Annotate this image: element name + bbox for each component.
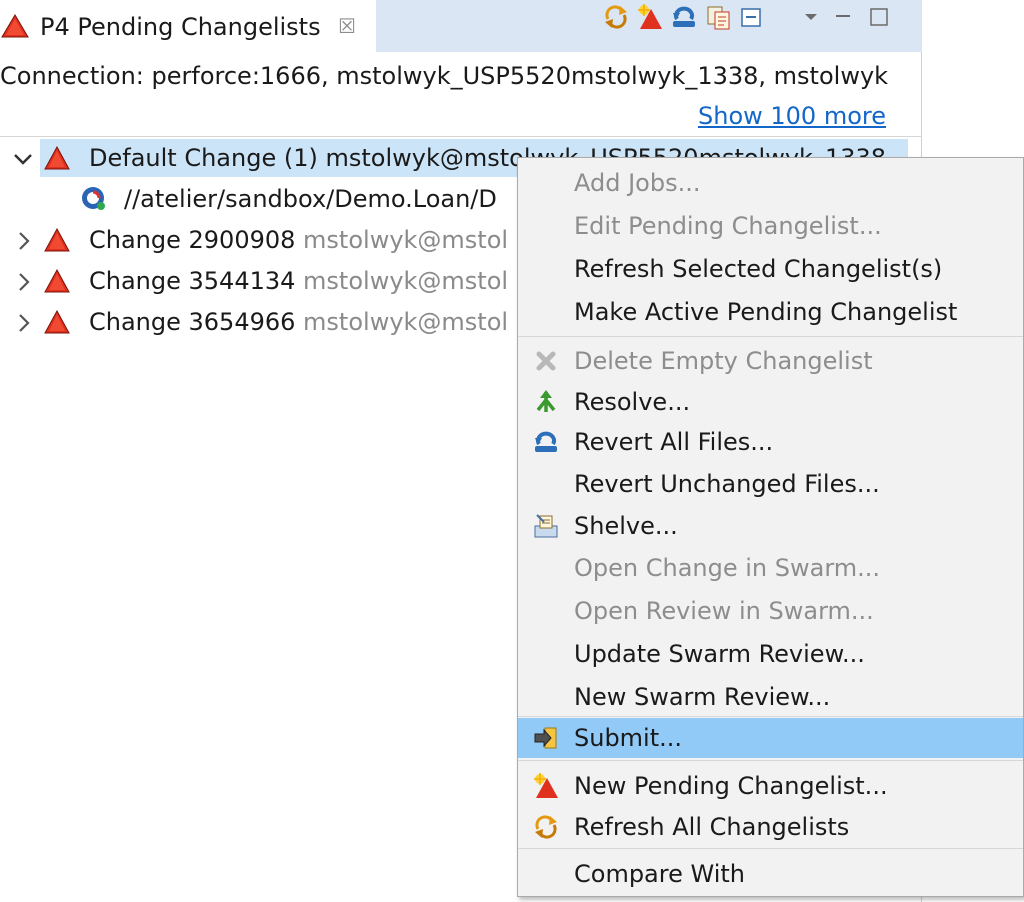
minimize-icon[interactable]	[832, 6, 854, 28]
shelve-icon	[532, 512, 560, 540]
menu-item-new-pending-changelist[interactable]: New Pending Changelist...	[518, 766, 1023, 806]
menu-item-open-review-in-swarm[interactable]: Open Review in Swarm...	[518, 591, 1023, 631]
menu-item-label: Revert All Files...	[574, 428, 774, 456]
menu-item-label: Refresh Selected Changelist(s)	[574, 255, 943, 283]
menu-separator	[518, 716, 1023, 717]
menu-separator	[518, 848, 1023, 849]
divider	[0, 136, 922, 137]
menu-item-edit-pending-changelist[interactable]: Edit Pending Changelist...	[518, 206, 1023, 246]
p4-changelist-icon	[44, 145, 70, 170]
submit-icon	[532, 724, 560, 752]
menu-item-label: Revert Unchanged Files...	[574, 470, 880, 498]
view-tab-bar: P4 Pending Changelists ☒	[0, 0, 922, 52]
menu-item-label: Refresh All Changelists	[574, 813, 850, 841]
menu-item-new-swarm-review[interactable]: New Swarm Review...	[518, 677, 1023, 717]
menu-item-resolve[interactable]: Resolve...	[518, 382, 1023, 422]
revert-icon[interactable]	[670, 3, 698, 31]
tree-row-label: Change 3544134 mstolwyk@mstol	[89, 265, 508, 297]
p4-changelist-icon	[44, 268, 70, 293]
menu-item-refresh-selected[interactable]: Refresh Selected Changelist(s)	[518, 249, 1023, 289]
maximize-icon[interactable]	[868, 6, 890, 28]
change-id: Change 3654966	[89, 308, 296, 336]
menu-item-compare-with[interactable]: Compare With	[518, 854, 1023, 894]
menu-item-add-jobs[interactable]: Add Jobs...	[518, 163, 1023, 203]
menu-item-update-swarm-review[interactable]: Update Swarm Review...	[518, 634, 1023, 674]
menu-item-label: New Swarm Review...	[574, 683, 831, 711]
menu-item-label: Add Jobs...	[574, 169, 701, 197]
refresh-all-icon	[532, 813, 560, 841]
menu-item-label: Submit...	[574, 724, 683, 752]
chevron-right-icon[interactable]	[10, 310, 36, 336]
menu-item-label: Open Review in Swarm...	[574, 597, 874, 625]
menu-item-open-change-in-swarm[interactable]: Open Change in Swarm...	[518, 548, 1023, 588]
menu-item-label: New Pending Changelist...	[574, 772, 888, 800]
menu-separator	[518, 336, 1023, 337]
delete-icon	[532, 347, 560, 375]
change-user: mstolwyk@mstol	[303, 267, 509, 295]
change-id: Change 3544134	[89, 267, 296, 295]
file-open-for-edit-icon	[80, 185, 108, 213]
chevron-right-icon[interactable]	[10, 269, 36, 295]
menu-item-submit[interactable]: Submit...	[518, 718, 1023, 758]
p4-changelist-icon	[1, 14, 29, 38]
menu-item-revert-all-files[interactable]: Revert All Files...	[518, 422, 1023, 462]
menu-item-revert-unchanged-files[interactable]: Revert Unchanged Files...	[518, 464, 1023, 504]
menu-item-label: Delete Empty Changelist	[574, 347, 873, 375]
view-menu-icon[interactable]	[800, 6, 822, 28]
tree-row-label: Change 2900908 mstolwyk@mstol	[89, 224, 508, 256]
chevron-down-icon[interactable]	[10, 146, 36, 172]
menu-item-label: Compare With	[574, 860, 745, 888]
change-user: mstolwyk@mstol	[303, 226, 509, 254]
p4-changelist-icon	[44, 309, 70, 334]
p4-changelist-icon	[44, 227, 70, 252]
context-menu: Add Jobs... Edit Pending Changelist... R…	[517, 157, 1024, 897]
revert-icon	[532, 428, 560, 456]
chevron-right-icon[interactable]	[10, 228, 36, 254]
resolve-icon	[532, 388, 560, 416]
connection-info: Connection: perforce:1666, mstolwyk_USP5…	[0, 62, 889, 90]
menu-item-shelve[interactable]: Shelve...	[518, 506, 1023, 546]
new-pending-changelist-icon	[532, 772, 560, 800]
menu-item-make-active[interactable]: Make Active Pending Changelist	[518, 292, 1023, 332]
view-tab[interactable]: P4 Pending Changelists ☒	[0, 0, 376, 52]
menu-item-delete-empty-changelist[interactable]: Delete Empty Changelist	[518, 341, 1023, 381]
view-title: P4 Pending Changelists	[40, 13, 321, 41]
new-pending-changelist-icon[interactable]	[636, 3, 664, 31]
menu-item-label: Open Change in Swarm...	[574, 554, 881, 582]
file-path: //atelier/sandbox/Demo.Loan/D	[124, 185, 497, 213]
change-id: Change 2900908	[89, 226, 296, 254]
close-icon[interactable]: ☒	[338, 12, 356, 40]
menu-item-label: Resolve...	[574, 388, 691, 416]
menu-item-label: Edit Pending Changelist...	[574, 212, 882, 240]
collapse-all-icon[interactable]	[737, 3, 765, 31]
refresh-all-icon[interactable]	[602, 3, 630, 31]
show-more-link[interactable]: Show 100 more	[698, 100, 886, 132]
menu-item-label: Shelve...	[574, 512, 678, 540]
menu-separator	[518, 760, 1023, 761]
menu-item-label: Update Swarm Review...	[574, 640, 865, 668]
copy-icon[interactable]	[704, 3, 732, 31]
menu-item-label: Make Active Pending Changelist	[574, 298, 958, 326]
menu-item-refresh-all-changelists[interactable]: Refresh All Changelists	[518, 807, 1023, 847]
change-user: mstolwyk@mstol	[303, 308, 509, 336]
tree-row-label: Change 3654966 mstolwyk@mstol	[89, 306, 508, 338]
